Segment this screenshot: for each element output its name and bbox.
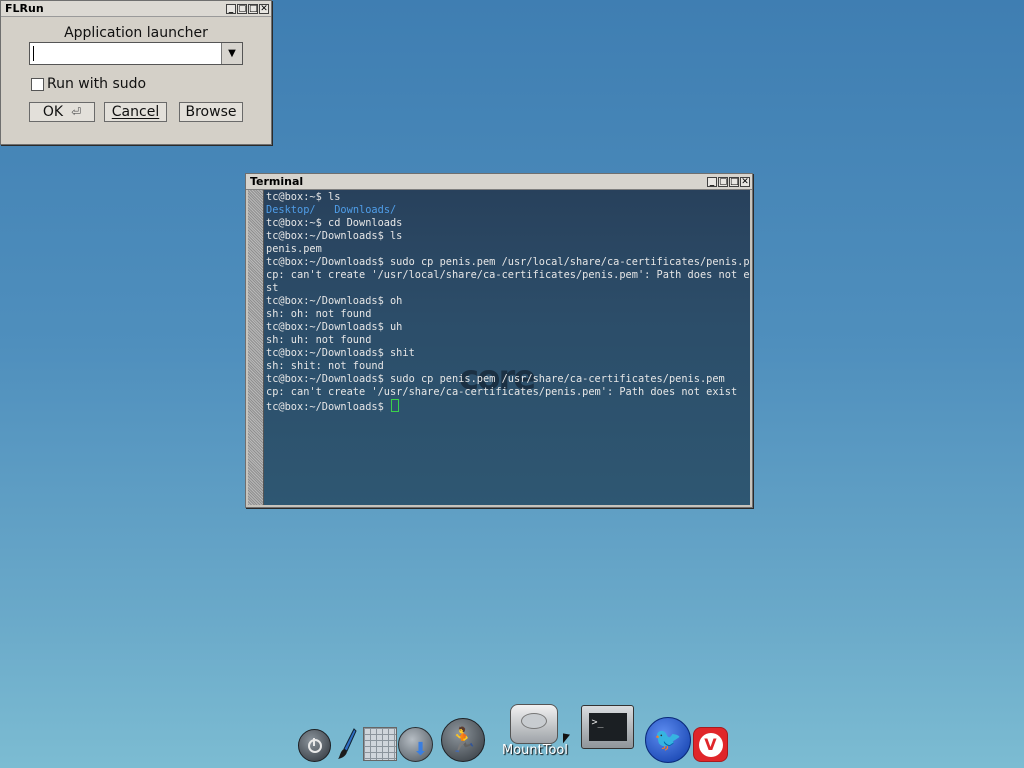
terminal-line: tc@box:~/Downloads$ oh [266,295,403,307]
seamonkey-launcher[interactable]: 🐦 [645,717,691,763]
flrun-window: FLRun _ ▢ □ ✕ Application launcher ▼ Run… [0,0,272,145]
terminal-title: Terminal [250,175,304,188]
terminal-line: tc@box:~/Downloads$ ls [266,230,403,242]
terminal-line: sh: shit: not found [266,360,384,372]
flrun-title: FLRun [5,2,44,15]
terminal-line: sh: uh: not found [266,334,372,346]
terminal-window: Terminal _ ▢ □ ✕ core tc@box:~$ ls Deskto… [245,173,753,508]
power-icon [307,737,322,753]
terminal-launcher[interactable]: >_ [581,703,634,751]
terminal-window-buttons: _ ▢ □ ✕ [707,176,750,187]
paint-brush-icon [338,728,357,759]
terminal-output: tc@box:~$ ls Desktop/ Downloads/tc@box:~$… [266,191,750,413]
ok-label: OK [42,104,64,120]
close-button[interactable]: ✕ [259,3,269,14]
terminal-cursor [391,399,399,412]
enter-icon: ⏎ [71,105,82,119]
terminal-line: tc@box:~/Downloads$ uh [266,321,403,333]
restore-button[interactable]: ▢ [718,176,728,187]
command-combobox[interactable]: ▼ [29,42,243,65]
terminal-line: tc@box:~$ ls [266,191,341,203]
terminal-line: tc@box:~/Downloads$ sudo cp penis.pem /u… [266,373,725,385]
directory-entry: Downloads/ [334,204,397,216]
terminal-titlebar[interactable]: Terminal _ ▢ □ ✕ [246,174,752,190]
chevron-down-icon: ▼ [228,48,236,59]
text-caret [33,46,34,61]
flrun-window-buttons: _ ▢ □ ✕ [226,3,269,14]
browse-label: Browse [185,104,237,120]
launcher-heading: Application launcher [64,25,208,41]
run-with-sudo-label: Run with sudo [47,76,147,92]
terminal-line: penis.pem [266,243,322,255]
control-panel-launcher[interactable] [363,727,397,761]
terminal-icon-screen: >_ [588,713,627,741]
maximize-button[interactable]: □ [729,176,739,187]
paint-brush-launcher[interactable] [336,727,358,761]
flrun-titlebar[interactable]: FLRun _ ▢ □ ✕ [1,1,271,17]
checkbox-box[interactable] [31,77,44,91]
running-man-icon: 🏃 [448,726,478,754]
cancel-label: Cancel [111,104,160,120]
close-button[interactable]: ✕ [740,176,750,187]
terminal-prompt-line: tc@box:~/Downloads$ [266,399,750,413]
terminal-line: Desktop/ Downloads/ [266,204,750,217]
terminal-line: cp: can't create '/usr/local/share/ca-ce… [266,269,750,281]
minimize-button[interactable]: _ [707,176,717,187]
run-with-sudo-checkbox[interactable]: Run with sudo [31,76,146,92]
terminal-body: core tc@box:~$ ls Desktop/ Downloads/tc@b… [248,190,750,505]
vivaldi-launcher[interactable]: V [693,727,728,762]
vivaldi-icon: V [698,732,723,757]
dropdown-button[interactable]: ▼ [221,43,242,64]
cancel-button[interactable]: Cancel [104,102,167,122]
terminal-scrollbar[interactable] [248,190,264,505]
app-installer-launcher[interactable]: ⬇ [398,727,433,762]
terminal-line: tc@box:~$ cd Downloads [266,217,403,229]
mounttool-launcher[interactable] [509,702,559,746]
seamonkey-icon: 🐦 [654,727,682,753]
restore-button[interactable]: ▢ [237,3,247,14]
terminal-icon: >_ [581,705,634,749]
mounttool-label: MountTool [502,743,568,758]
minimize-button[interactable]: _ [226,3,236,14]
maximize-button[interactable]: □ [248,3,258,14]
terminal-line: tc@box:~/Downloads$ sudo cp penis.pem /u… [266,256,750,268]
download-arrow-icon: ⬇ [412,739,429,760]
browse-button[interactable]: Browse [179,102,243,122]
terminal-line: sh: oh: not found [266,308,372,320]
ok-button[interactable]: OK ⏎ [29,102,95,122]
command-input[interactable] [30,43,221,64]
mouse-pointer-icon [563,733,570,745]
terminal-line: cp: can't create '/usr/share/ca-certific… [266,386,738,398]
terminal-screen[interactable]: core tc@box:~$ ls Desktop/ Downloads/tc@b… [264,190,750,505]
hard-drive-icon [510,704,558,744]
terminal-line: tc@box:~/Downloads$ shit [266,347,415,359]
terminal-prompt: tc@box:~/Downloads$ [266,401,390,413]
power-button[interactable] [298,729,331,762]
run-launcher[interactable]: 🏃 [441,718,485,762]
terminal-line: st [266,282,279,294]
directory-entry: Desktop/ [266,204,316,216]
